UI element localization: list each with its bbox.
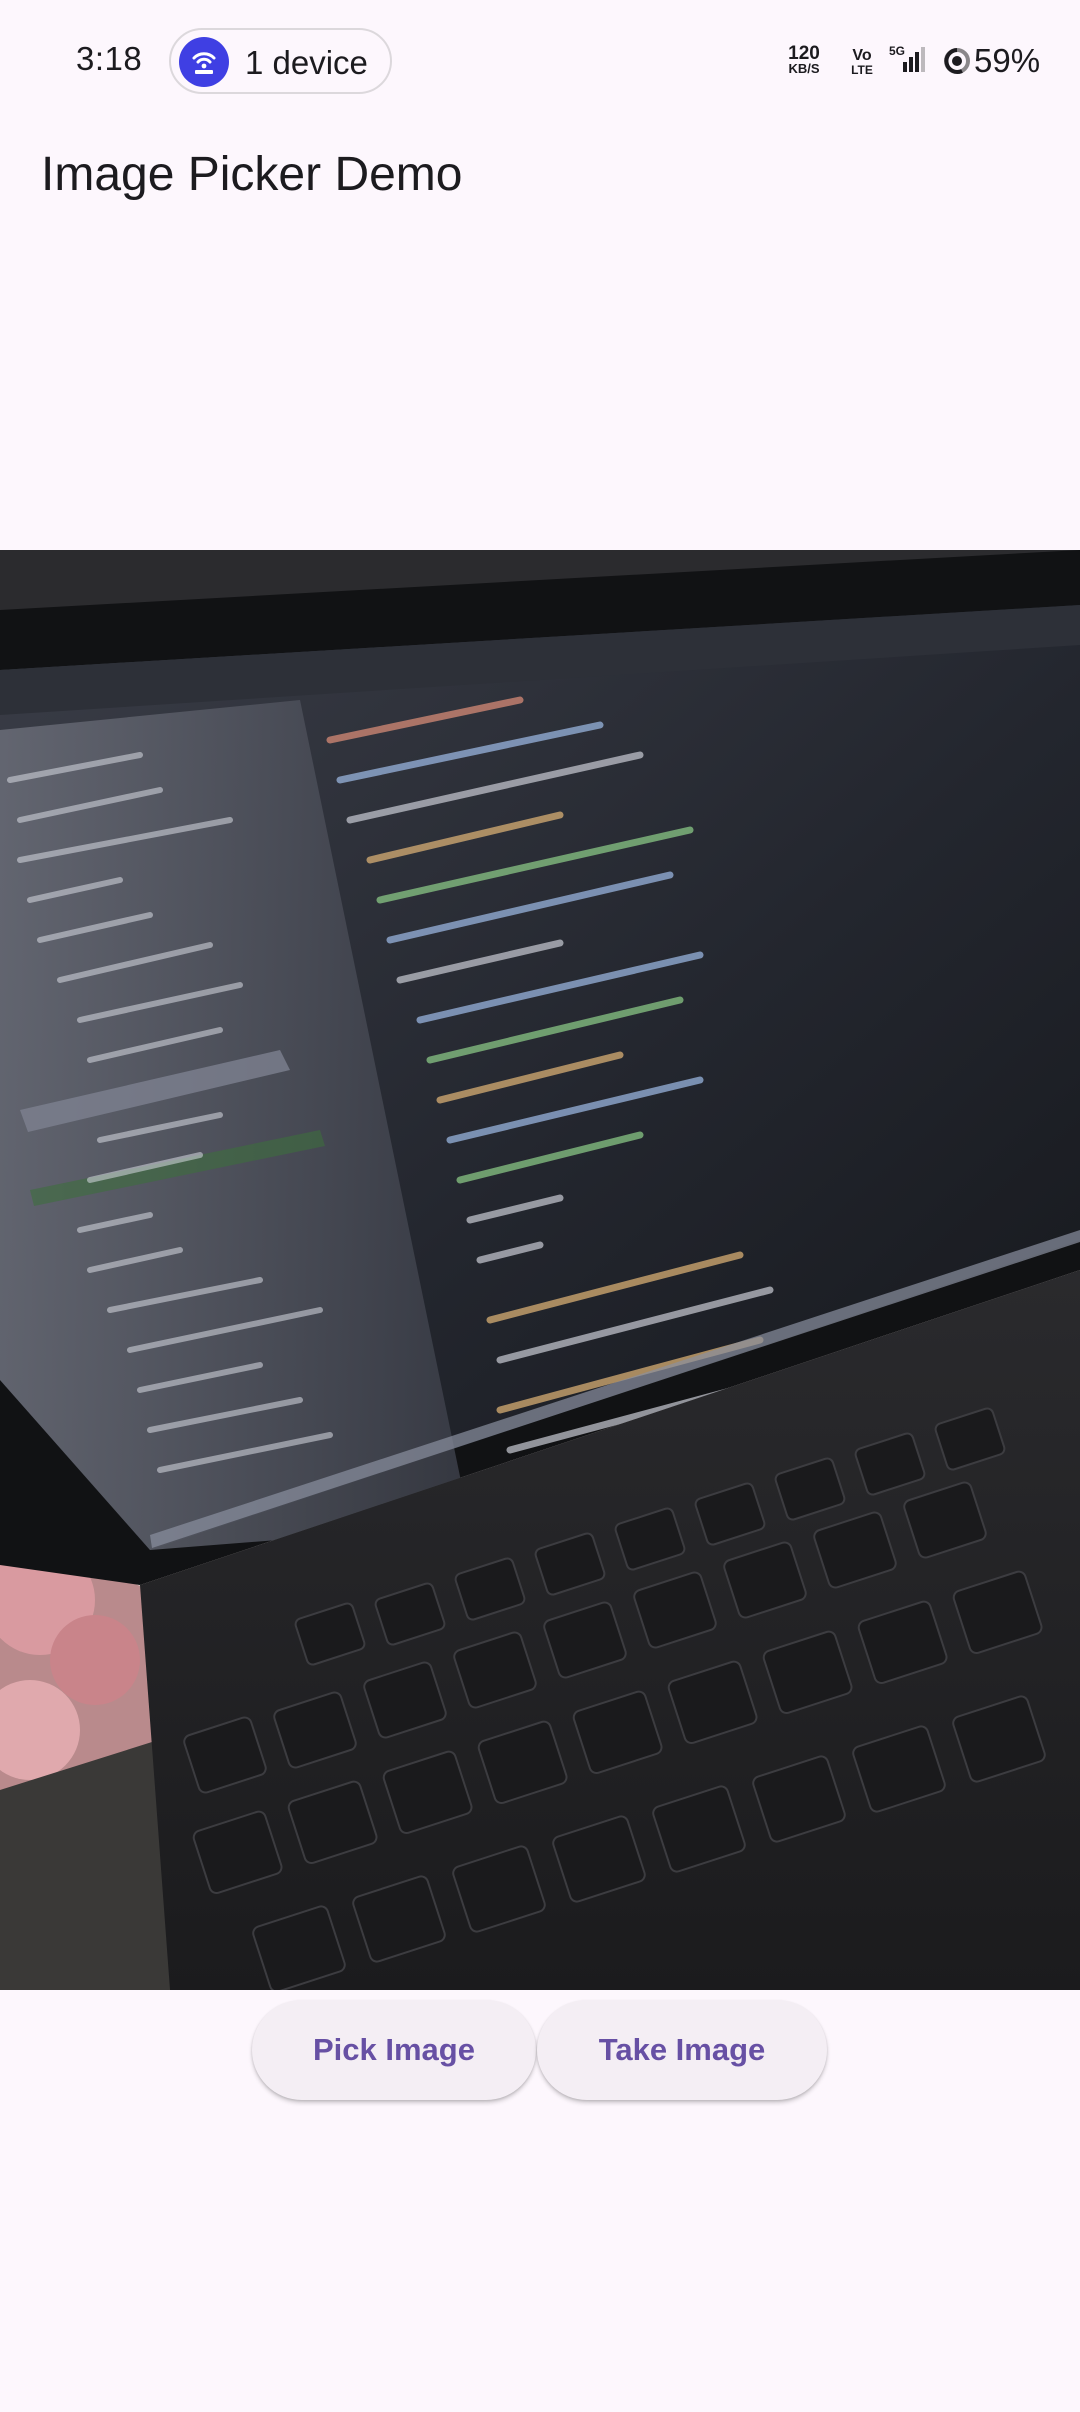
signal-5g-icon: 5G [889,44,931,79]
device-chip-label: 1 device [245,44,368,81]
page-title: Image Picker Demo [41,148,463,201]
battery-percent: 59% [974,42,1041,79]
connected-devices-chip[interactable]: 1 device [169,28,392,94]
net-speed-unit: KB/S [788,61,820,76]
pick-image-button[interactable]: Pick Image [252,2000,536,2100]
network-type-label: 5G [889,44,905,58]
volte-indicator: Vo LTE [847,48,877,78]
picked-image [0,550,1080,1990]
volte-bottom: LTE [851,63,873,77]
battery-icon [942,46,972,81]
status-icons: 120 KB/S Vo LTE 5G 59% [720,0,1080,124]
status-time: 3:18 [76,40,143,77]
status-bar: 3:18 1 device 120 KB/S Vo LTE 5G 59% [0,0,1080,124]
volte-top: Vo [852,47,872,64]
network-speed: 120 KB/S [782,43,826,76]
hotspot-icon [179,37,229,87]
take-image-button[interactable]: Take Image [537,2000,827,2100]
net-speed-value: 120 [788,43,820,64]
